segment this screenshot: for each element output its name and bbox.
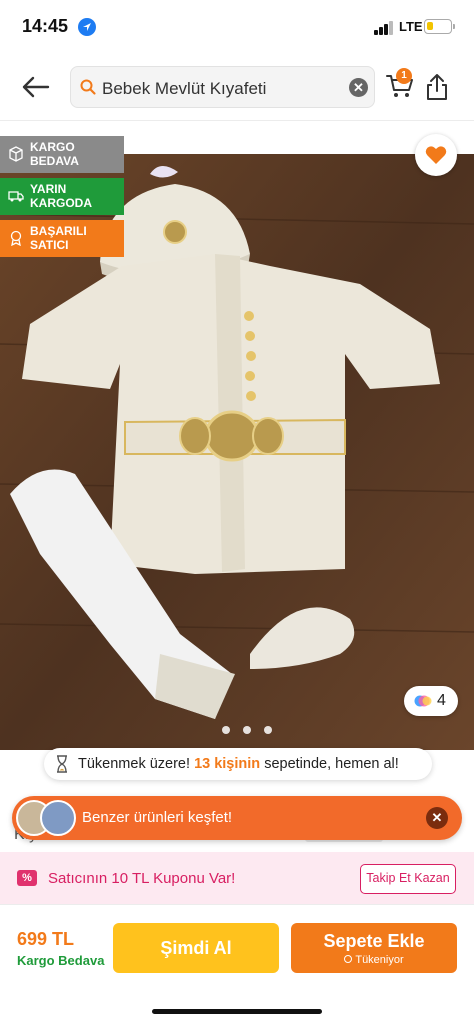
back-arrow-icon [22,76,50,98]
product-price: 699 TL [17,929,75,949]
back-button[interactable] [20,72,52,102]
status-time: 14:45 [22,16,69,36]
discover-label: Benzer ürünleri keşfet! [82,809,233,826]
coupon-bar: % Satıcının 10 TL Kuponu Var! Takip Et K… [0,852,474,904]
badge-free-shipping: KARGO BEDAVA [0,136,124,173]
add-to-cart-label: Sepete Ekle [323,931,425,951]
hourglass-icon [57,755,67,773]
truck-icon [8,191,24,202]
stock-banner: Tükenmek üzere! 13 kişinin sepetinde, he… [44,748,432,780]
battery-icon [424,19,452,34]
stock-status-label: Tükeniyor [355,954,404,966]
photo-count-button[interactable]: 4 [404,686,458,716]
stock-prefix: Tükenmek üzere! [78,756,191,772]
gallery-dot[interactable] [243,726,251,734]
favorite-button[interactable] [415,134,457,176]
box-icon [9,146,23,162]
follow-earn-button[interactable]: Takip Et Kazan [360,864,456,894]
add-to-cart-button[interactable]: Sepete Ekle Tükeniyor [291,923,457,973]
badge-next-day: YARIN KARGODA [0,178,124,215]
location-arrow-icon [78,18,96,36]
gallery-dots [222,726,274,736]
share-button[interactable] [424,72,450,102]
medal-icon [10,230,22,246]
stock-status: Tükeniyor [291,954,457,966]
close-icon[interactable]: ✕ [426,807,448,829]
signal-icon [374,21,394,35]
badge-trusted-seller-label: BAŞARILI SATICI [30,224,87,252]
header: Bebek Mevlüt Kıyafeti ✕ 1 [0,58,474,120]
gallery-dot[interactable] [222,726,230,734]
stock-suffix: sepetinde, hemen al! [264,756,399,772]
status-bar: 14:45 LTE [0,0,474,56]
stock-text: Tükenmek üzere! 13 kişinin sepetinde, he… [78,756,399,772]
search-input[interactable]: Bebek Mevlüt Kıyafeti ✕ [70,66,375,108]
coupon-label: Satıcının 10 TL Kuponu Var! [48,870,236,887]
header-divider [0,120,474,121]
gallery-dot[interactable] [264,726,272,734]
shipping-label: Kargo Bedava [17,953,105,968]
stock-count: 13 kişinin [194,756,261,772]
buy-now-button[interactable]: Şimdi Al [113,923,279,973]
clear-icon[interactable]: ✕ [349,78,368,97]
home-indicator [152,1009,322,1014]
discover-avatars [16,800,78,836]
badge-trusted-seller: BAŞARILI SATICI [0,220,124,257]
similar-product-thumb [40,800,76,836]
clock-icon [344,955,353,963]
badge-free-shipping-label: KARGO BEDAVA [30,140,79,168]
search-value: Bebek Mevlüt Kıyafeti [102,79,267,98]
photo-count: 4 [437,692,446,709]
network-type: LTE [399,19,423,34]
battery-cap [453,24,455,29]
share-icon [427,74,447,100]
badge-next-day-label: YARIN KARGODA [30,182,92,210]
search-icon [80,79,96,95]
heart-icon [425,146,447,164]
bottom-bar: 699 TL Kargo Bedava Şimdi Al Sepete Ekle… [0,904,474,1024]
coupon-icon: % [17,870,37,886]
cart-count-badge: 1 [396,68,412,84]
discover-similar-bar[interactable]: Benzer ürünleri keşfet! ✕ [12,796,462,840]
gallery-icon [414,695,432,707]
